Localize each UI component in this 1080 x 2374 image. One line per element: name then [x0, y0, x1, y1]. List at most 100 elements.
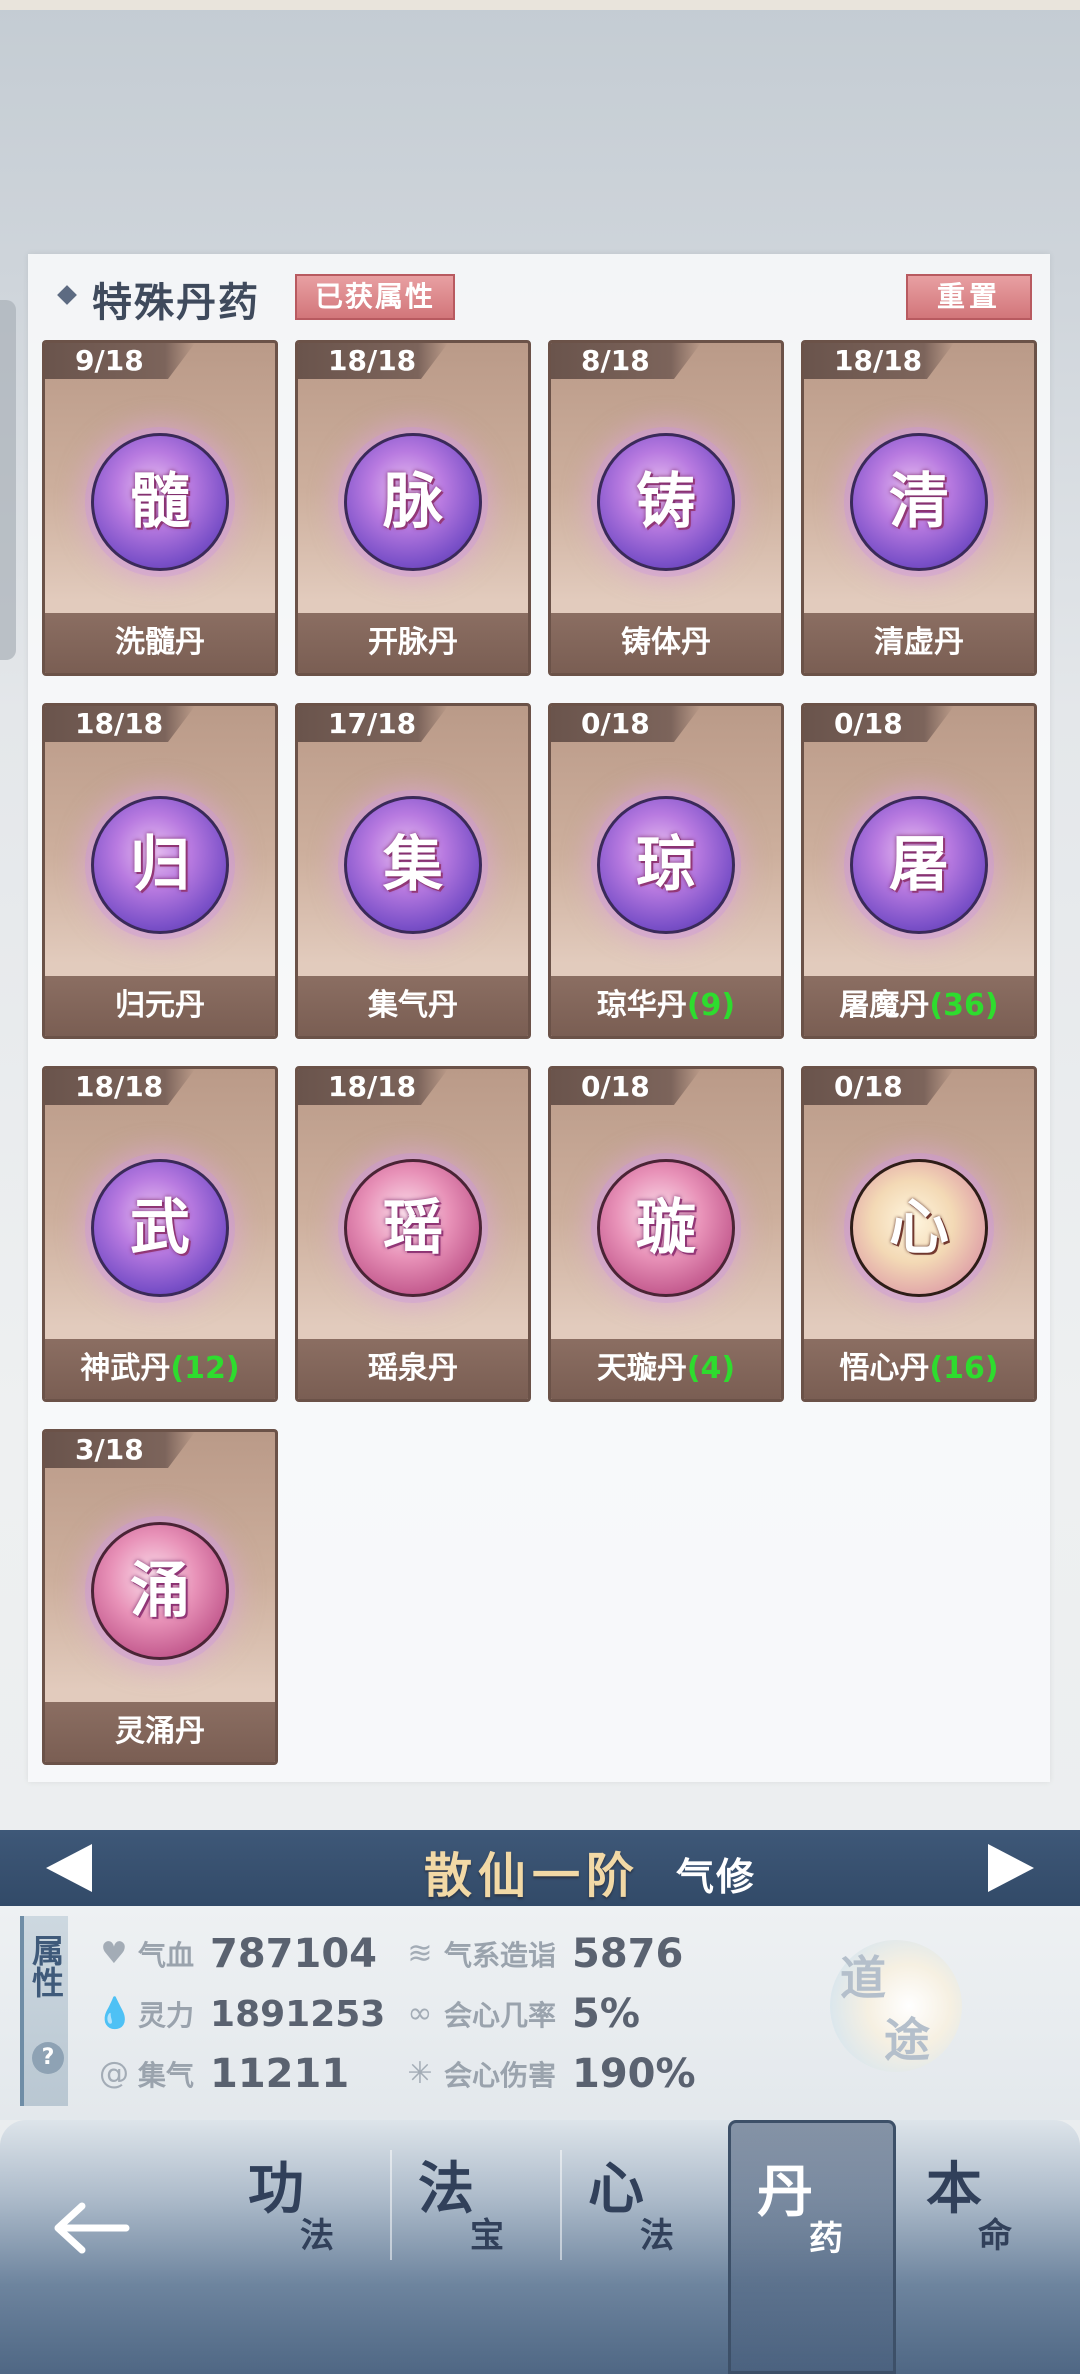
- diamond-icon: [57, 285, 77, 305]
- special-pills-panel: 特殊丹药 已获属性 重置 9/18 髓 洗髓丹 18/18 脉 开脉丹 8/18…: [28, 254, 1050, 1782]
- pill-name: 铸体丹: [621, 625, 711, 660]
- tab-treasures[interactable]: 法 宝: [392, 2120, 560, 2374]
- tab-label: 功: [248, 2156, 304, 2222]
- pill-name: 琼华丹: [596, 988, 687, 1023]
- pill-count: 0/18: [551, 1069, 701, 1105]
- tab-label: 本: [926, 2156, 982, 2222]
- pill-orb-icon: 铸: [597, 433, 735, 571]
- tab-skills[interactable]: 功 法: [222, 2120, 390, 2374]
- pill-glyph: 琼: [636, 830, 696, 900]
- tab-pills[interactable]: 丹 药: [728, 2120, 896, 2374]
- burst-icon: ✳: [407, 2056, 433, 2091]
- realm-title: 散仙一阶: [424, 1848, 641, 1904]
- tab-sublabel: 法: [300, 2216, 334, 2256]
- pill-card[interactable]: 0/18 琼 琼华丹(9): [548, 703, 784, 1039]
- pill-card[interactable]: 18/18 瑶 瑶泉丹: [295, 1066, 531, 1402]
- pill-card[interactable]: 18/18 武 神武丹(12): [42, 1066, 278, 1402]
- stat-value: 5%: [572, 1991, 640, 2037]
- bottom-nav: 功 法 法 宝 心 法 丹 药 本 命: [0, 2120, 1080, 2374]
- pill-count: 0/18: [804, 1069, 954, 1105]
- pill-orb-icon: 屠: [850, 796, 988, 934]
- pill-name: 屠魔丹: [839, 988, 930, 1023]
- pill-name-bar: 集气丹: [298, 976, 528, 1036]
- stat-crit-rate: ∞ 会心几率 5%: [402, 1986, 640, 2042]
- pill-count: 18/18: [298, 343, 448, 379]
- dao-path-label: 途: [884, 2013, 930, 2067]
- tab-natal[interactable]: 本 命: [900, 2120, 1068, 2374]
- pill-count: 3/18: [45, 1432, 195, 1468]
- pill-glyph: 集: [383, 830, 443, 900]
- next-realm-arrow-icon[interactable]: [988, 1844, 1034, 1892]
- help-icon[interactable]: ?: [32, 2042, 64, 2074]
- pill-card[interactable]: 9/18 髓 洗髓丹: [42, 340, 278, 676]
- pill-card[interactable]: 0/18 璇 天璇丹(4): [548, 1066, 784, 1402]
- tab-label: 丹: [757, 2159, 813, 2225]
- tab-mind-arts[interactable]: 心 法: [562, 2120, 730, 2374]
- drop-icon: 💧: [96, 1996, 134, 2031]
- stat-value: 190%: [572, 2051, 696, 2097]
- pill-name: 洗髓丹: [115, 625, 205, 660]
- pill-count: 9/18: [45, 343, 195, 379]
- pill-card[interactable]: 0/18 屠 屠魔丹(36): [801, 703, 1037, 1039]
- panel-header: 特殊丹药 已获属性 重置: [28, 254, 1050, 334]
- realm-bar: 散仙一阶 气修: [0, 1830, 1080, 1906]
- pill-count: 18/18: [45, 706, 195, 742]
- pill-orb-icon: 心: [850, 1159, 988, 1297]
- stat-label: 气系造诣: [444, 1939, 557, 1972]
- swirl-icon: @: [99, 2056, 129, 2091]
- pill-orb-icon: 清: [850, 433, 988, 571]
- stat-label: 灵力: [138, 1999, 195, 2032]
- stat-label: 气血: [138, 1939, 195, 1972]
- pill-extra: (36): [929, 988, 999, 1023]
- pill-count: 8/18: [551, 343, 701, 379]
- pill-name-bar: 灵涌丹: [45, 1702, 275, 1762]
- pill-name-bar: 开脉丹: [298, 613, 528, 673]
- pill-name-bar: 悟心丹(16): [804, 1339, 1034, 1399]
- pill-orb-icon: 武: [91, 1159, 229, 1297]
- pill-name-bar: 归元丹: [45, 976, 275, 1036]
- pill-orb-icon: 集: [344, 796, 482, 934]
- pill-name: 集气丹: [368, 988, 458, 1023]
- pill-orb-icon: 涌: [91, 1522, 229, 1660]
- stat-qi: @ 集气 11211: [96, 2046, 349, 2102]
- pill-name-bar: 屠魔丹(36): [804, 976, 1034, 1036]
- tab-sublabel: 药: [809, 2219, 843, 2259]
- tab-sublabel: 宝: [470, 2216, 504, 2256]
- pill-glyph: 武: [130, 1193, 190, 1263]
- pill-card[interactable]: 0/18 心 悟心丹(16): [801, 1066, 1037, 1402]
- pill-card[interactable]: 17/18 集 集气丹: [295, 703, 531, 1039]
- pill-count: 18/18: [298, 1069, 448, 1105]
- pill-name: 灵涌丹: [115, 1714, 205, 1749]
- stat-label: 集气: [138, 2059, 195, 2092]
- pill-card[interactable]: 8/18 铸 铸体丹: [548, 340, 784, 676]
- reset-button[interactable]: 重置: [906, 274, 1032, 320]
- attributes-tab-label: 属性: [27, 1934, 65, 1998]
- pill-glyph: 璇: [636, 1193, 696, 1263]
- heart-icon: ♥: [100, 1936, 128, 1971]
- stat-value: 11211: [210, 2051, 350, 2097]
- stat-value: 5876: [572, 1931, 684, 1977]
- tab-label: 心: [588, 2156, 644, 2222]
- pill-card[interactable]: 18/18 归 归元丹: [42, 703, 278, 1039]
- pill-extra: (12): [170, 1351, 240, 1386]
- attributes-tab[interactable]: 属性 ?: [20, 1916, 68, 2106]
- pill-orb-icon: 瑶: [344, 1159, 482, 1297]
- pill-glyph: 脉: [383, 467, 443, 537]
- stat-label: 会心几率: [444, 1999, 557, 2032]
- pill-glyph: 屠: [889, 830, 949, 900]
- obtained-attributes-button[interactable]: 已获属性: [295, 274, 455, 320]
- side-drawer-handle[interactable]: [0, 300, 16, 660]
- pill-count: 18/18: [45, 1069, 195, 1105]
- pill-card[interactable]: 18/18 脉 开脉丹: [295, 340, 531, 676]
- pill-card[interactable]: 3/18 涌 灵涌丹: [42, 1429, 278, 1765]
- pill-name-bar: 琼华丹(9): [551, 976, 781, 1036]
- pill-name-bar: 清虚丹: [804, 613, 1034, 673]
- pill-name-bar: 洗髓丹: [45, 613, 275, 673]
- previous-realm-arrow-icon[interactable]: [46, 1844, 92, 1892]
- pill-extra: (16): [929, 1351, 999, 1386]
- pill-orb-icon: 脉: [344, 433, 482, 571]
- pill-name: 归元丹: [115, 988, 205, 1023]
- back-arrow-icon[interactable]: [52, 2198, 132, 2258]
- pill-count: 0/18: [804, 706, 954, 742]
- pill-card[interactable]: 18/18 清 清虚丹: [801, 340, 1037, 676]
